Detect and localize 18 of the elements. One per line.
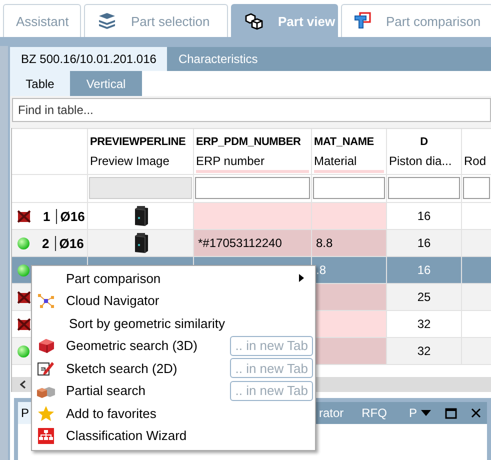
- column-label: Material: [314, 152, 384, 173]
- row-number: 1: [43, 208, 50, 224]
- column-label: Preview Image: [90, 153, 170, 170]
- table-cell: 8.8: [312, 230, 387, 257]
- row-label: Ø16: [55, 236, 84, 250]
- column-label: Rod: [464, 153, 486, 170]
- table-cell: 32: [387, 338, 462, 365]
- column-label: ERP number: [196, 152, 309, 173]
- table-cell: 16: [387, 257, 462, 284]
- row-number: 2: [42, 236, 50, 250]
- table-cell: .8: [312, 257, 387, 284]
- table-cell: 16: [387, 230, 462, 257]
- table-cell: *#17053112240: [194, 230, 312, 257]
- table-cell: 32: [387, 311, 462, 338]
- table-cell: 16: [387, 203, 462, 230]
- row-label: Ø16: [56, 208, 85, 224]
- table-cell: 25: [387, 284, 462, 311]
- column-label: Piston dia...: [389, 153, 452, 170]
